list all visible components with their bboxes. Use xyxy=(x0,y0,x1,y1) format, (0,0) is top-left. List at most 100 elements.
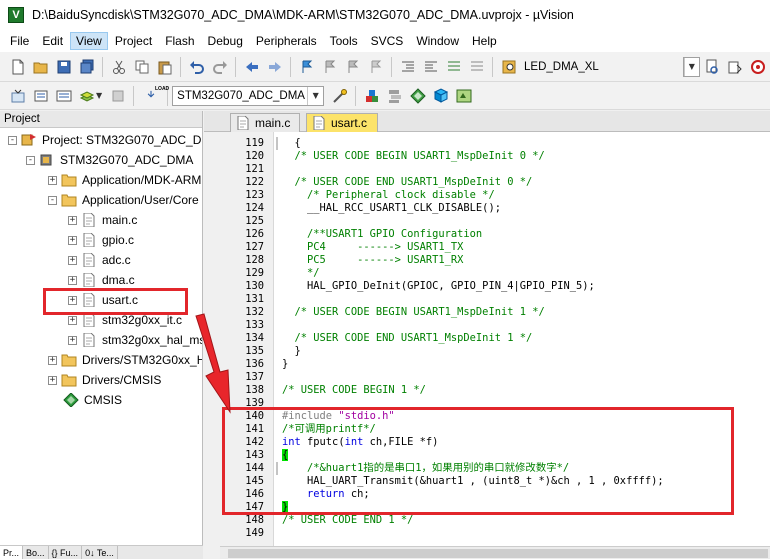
code-line[interactable]: 127 PC4 ------> USART1_TX xyxy=(204,241,770,254)
tree-item-application-user-core[interactable]: - Application/User/Core xyxy=(48,190,199,210)
tree-item-application-mdk-arm[interactable]: + Application/MDK-ARM xyxy=(48,170,201,190)
paste-icon[interactable] xyxy=(155,57,175,77)
expand-icon[interactable]: + xyxy=(68,295,77,305)
code-line[interactable]: 148 /* USER CODE END 1 */ xyxy=(204,514,770,527)
code-line[interactable]: 133 xyxy=(204,319,770,332)
code-line[interactable]: 137 xyxy=(204,371,770,384)
code-line[interactable]: 147} xyxy=(204,501,770,514)
copy-icon[interactable] xyxy=(132,57,152,77)
uncomment-icon[interactable] xyxy=(467,57,487,77)
scrollbar-thumb[interactable] xyxy=(228,549,768,558)
target-options-icon[interactable] xyxy=(330,86,350,106)
code-line[interactable]: 119 { xyxy=(204,137,770,150)
project-bottom-tab[interactable]: 0↓ Te... xyxy=(82,546,118,559)
save-all-icon[interactable] xyxy=(77,57,97,77)
tree-item-drivers-stm32g0xx-hal-driver[interactable]: + Drivers/STM32G0xx_HAL_Driver xyxy=(48,350,202,370)
expand-icon[interactable]: + xyxy=(48,175,57,185)
tree-item-cmsis[interactable]: CMSIS xyxy=(63,390,122,410)
next-bookmark-icon[interactable] xyxy=(343,57,363,77)
code-line[interactable]: 138 /* USER CODE BEGIN 1 */ xyxy=(204,384,770,397)
tree-item-dma-c[interactable]: + dma.c xyxy=(68,270,135,290)
code-line[interactable]: 142 int fputc(int ch,FILE *f) xyxy=(204,436,770,449)
project-bottom-tab[interactable]: Pr... xyxy=(0,546,24,559)
expand-icon[interactable]: + xyxy=(68,335,77,345)
code-line[interactable]: 149 xyxy=(204,527,770,540)
code-line[interactable]: 122 /* USER CODE END USART1_MspDeInit 0 … xyxy=(204,176,770,189)
code-line[interactable]: 141 /*可调用printf*/ xyxy=(204,423,770,436)
code-line[interactable]: 131 xyxy=(204,293,770,306)
cut-icon[interactable] xyxy=(109,57,129,77)
code-line[interactable]: 144 /*&huart1指的是串口1，如果用别的串口就修改数字*/ xyxy=(204,462,770,475)
configure-icon[interactable] xyxy=(725,57,745,77)
file-extensions-icon[interactable] xyxy=(385,86,405,106)
nav-back-icon[interactable] xyxy=(242,57,262,77)
menu-edit[interactable]: Edit xyxy=(36,32,69,50)
expand-icon[interactable]: + xyxy=(68,315,77,325)
code-line[interactable]: 134 /* USER CODE END USART1_MspDeInit 1 … xyxy=(204,332,770,345)
fold-marker-icon[interactable] xyxy=(274,137,280,150)
editor-tab-usart-c[interactable]: usart.c xyxy=(306,113,378,132)
menu-debug[interactable]: Debug xyxy=(202,32,249,50)
code-line[interactable]: 143 { xyxy=(204,449,770,462)
nav-forward-icon[interactable] xyxy=(265,57,285,77)
save-icon[interactable] xyxy=(54,57,74,77)
code-line[interactable]: 123 /* Peripheral clock disable */ xyxy=(204,189,770,202)
select-device-icon[interactable] xyxy=(431,86,451,106)
new-file-icon[interactable] xyxy=(8,57,28,77)
code-line[interactable]: 130 HAL_GPIO_DeInit(GPIOC, GPIO_PIN_4|GP… xyxy=(204,280,770,293)
code-line[interactable]: 124 __HAL_RCC_USART1_CLK_DISABLE(); xyxy=(204,202,770,215)
horizontal-scrollbar[interactable] xyxy=(220,546,770,559)
fold-marker-icon[interactable] xyxy=(274,462,280,475)
expand-icon[interactable]: + xyxy=(68,275,77,285)
collapse-icon[interactable]: - xyxy=(48,195,57,205)
expand-icon[interactable]: + xyxy=(68,255,77,265)
prev-bookmark-icon[interactable] xyxy=(320,57,340,77)
translate-icon[interactable] xyxy=(8,86,28,106)
manage-rte-icon[interactable] xyxy=(454,86,474,106)
code-line[interactable]: 121 xyxy=(204,163,770,176)
menu-tools[interactable]: Tools xyxy=(324,32,364,50)
clear-bookmarks-icon[interactable] xyxy=(366,57,386,77)
menu-peripherals[interactable]: Peripherals xyxy=(250,32,323,50)
batch-build-icon[interactable] xyxy=(77,86,97,106)
tree-item-stm32g0xx-it-c[interactable]: + stm32g0xx_it.c xyxy=(68,310,182,330)
code-line[interactable]: 125 xyxy=(204,215,770,228)
menu-svcs[interactable]: SVCS xyxy=(365,32,410,50)
menu-view[interactable]: View xyxy=(70,32,108,50)
expand-icon[interactable]: + xyxy=(48,375,57,385)
batch-dropdown-arrow[interactable]: ▼ xyxy=(96,91,102,100)
code-line[interactable]: 140 #include "stdio.h" xyxy=(204,410,770,423)
tree-item-stm32g070-adc-dma[interactable]: - STM32G070_ADC_DMA xyxy=(26,150,193,170)
redo-icon[interactable] xyxy=(210,57,230,77)
incremental-find-icon[interactable] xyxy=(702,57,722,77)
project-bottom-tab[interactable]: Bo... xyxy=(23,546,49,559)
code-line[interactable]: 136} xyxy=(204,358,770,371)
menu-window[interactable]: Window xyxy=(410,32,465,50)
tree-item-usart-c[interactable]: + usart.c xyxy=(68,290,138,310)
collapse-icon[interactable]: - xyxy=(26,155,35,165)
tree-item-gpio-c[interactable]: + gpio.c xyxy=(68,230,134,250)
manage-components-icon[interactable] xyxy=(362,86,382,106)
code-line[interactable]: 139 xyxy=(204,397,770,410)
code-line[interactable]: 145 HAL_UART_Transmit(&huart1 , (uint8_t… xyxy=(204,475,770,488)
menu-file[interactable]: File xyxy=(4,32,35,50)
code-line[interactable]: 146 return ch; xyxy=(204,488,770,501)
code-area[interactable]: 119 {120 /* USER CODE BEGIN USART1_MspDe… xyxy=(204,132,770,559)
collapse-icon[interactable]: - xyxy=(8,135,17,145)
code-line[interactable]: 120 /* USER CODE BEGIN USART1_MspDeInit … xyxy=(204,150,770,163)
undo-icon[interactable] xyxy=(187,57,207,77)
unindent-icon[interactable] xyxy=(421,57,441,77)
tree-item-project-stm32g070-adc-dma[interactable]: - Project: STM32G070_ADC_DMA xyxy=(8,130,202,150)
indent-icon[interactable] xyxy=(398,57,418,77)
tree-item-drivers-cmsis[interactable]: + Drivers/CMSIS xyxy=(48,370,161,390)
project-bottom-tab[interactable]: {} Fu... xyxy=(49,546,83,559)
tree-item-main-c[interactable]: + main.c xyxy=(68,210,137,230)
bookmark-icon[interactable] xyxy=(297,57,317,77)
expand-icon[interactable]: + xyxy=(68,215,77,225)
open-folder-icon[interactable] xyxy=(31,57,51,77)
code-line[interactable]: 126 /**USART1 GPIO Configuration xyxy=(204,228,770,241)
rebuild-icon[interactable] xyxy=(54,86,74,106)
debug-session-icon[interactable] xyxy=(748,57,768,77)
menu-flash[interactable]: Flash xyxy=(159,32,200,50)
code-line[interactable]: 132 /* USER CODE BEGIN USART1_MspDeInit … xyxy=(204,306,770,319)
